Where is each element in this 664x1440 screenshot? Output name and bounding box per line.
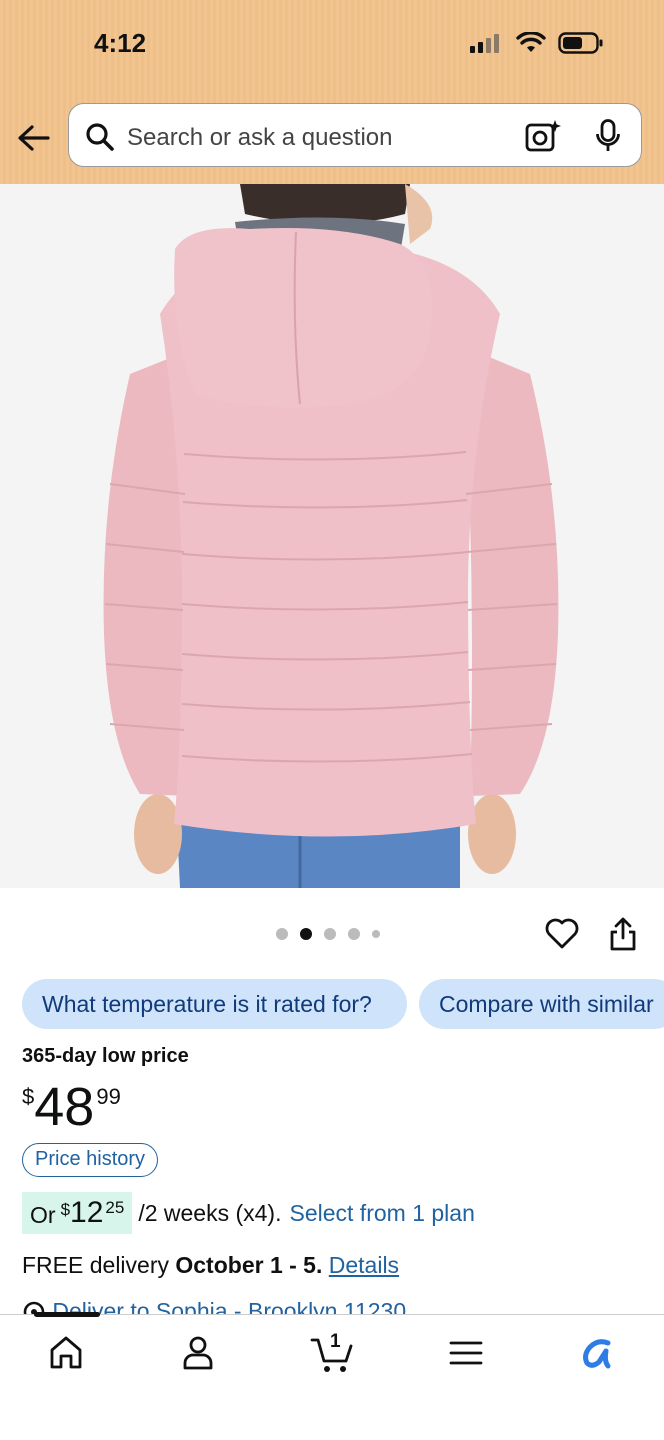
rufus-icon xyxy=(583,1339,611,1369)
status-time: 4:12 xyxy=(94,28,147,58)
camera-search-icon[interactable] xyxy=(525,119,561,153)
nav-home[interactable] xyxy=(46,1333,86,1373)
status-icons xyxy=(470,32,604,54)
carousel-dot[interactable] xyxy=(372,930,380,938)
active-tab-indicator xyxy=(34,1312,100,1317)
price-fraction: 99 xyxy=(96,1084,121,1109)
product-image[interactable] xyxy=(0,184,664,888)
app-header: 4:12 Search or ask a question xyxy=(0,0,664,184)
installment-prefix: Or xyxy=(30,1202,56,1228)
heart-icon[interactable] xyxy=(545,918,579,950)
delivery-info: FREE delivery October 1 - 5. Details xyxy=(22,1252,399,1279)
battery-icon xyxy=(558,32,603,54)
price: $ 48 99 xyxy=(22,1078,121,1136)
installment-offer: Or $ 12 25 /2 weeks (x4). Select from 1 … xyxy=(22,1192,475,1234)
account-icon xyxy=(183,1336,213,1370)
carousel-dot[interactable] xyxy=(276,928,288,940)
price-history-button[interactable]: Price history xyxy=(22,1143,159,1177)
nav-rufus[interactable] xyxy=(578,1333,618,1373)
ask-chip-compare[interactable]: Compare with similar xyxy=(419,979,664,1029)
delivery-prefix: FREE delivery xyxy=(22,1252,169,1278)
nav-menu[interactable] xyxy=(446,1333,486,1373)
search-input[interactable]: Search or ask a question xyxy=(127,124,393,152)
installment-highlight: Or $ 12 25 xyxy=(22,1192,133,1234)
share-icon[interactable] xyxy=(608,916,638,952)
back-button[interactable] xyxy=(14,118,54,158)
price-currency: $ xyxy=(22,1084,35,1109)
carousel-dot-active[interactable] xyxy=(300,928,312,940)
cart-count-badge: 1 xyxy=(330,1331,341,1352)
installment-fraction: 25 xyxy=(105,1198,125,1217)
image-carousel-indicator[interactable] xyxy=(276,928,380,940)
search-bar[interactable]: Search or ask a question xyxy=(68,103,642,167)
nav-account[interactable] xyxy=(178,1333,218,1373)
carousel-dot[interactable] xyxy=(324,928,336,940)
carousel-dot[interactable] xyxy=(348,928,360,940)
menu-icon xyxy=(449,1341,483,1365)
delivery-dates: October 1 - 5. xyxy=(175,1252,323,1278)
search-icon xyxy=(86,123,114,151)
nav-cart[interactable]: 1 xyxy=(310,1331,356,1373)
arrow-left-icon xyxy=(18,125,50,151)
wifi-icon xyxy=(516,32,546,52)
delivery-details-link[interactable]: Details xyxy=(329,1252,399,1278)
installment-currency: $ xyxy=(60,1200,71,1219)
price-whole: 48 xyxy=(34,1077,95,1137)
deal-label: 365-day low price xyxy=(22,1045,189,1067)
select-plan-link[interactable]: Select from 1 plan xyxy=(289,1200,474,1227)
deliver-to-text[interactable]: Deliver to Sophia - Brooklyn 11230 xyxy=(52,1298,406,1314)
bottom-navigation: 1 xyxy=(0,1312,664,1440)
microphone-icon[interactable] xyxy=(595,119,621,153)
ask-chip-temperature[interactable]: What temperature is it rated for? xyxy=(22,979,407,1029)
installment-terms: /2 weeks (x4). xyxy=(138,1199,282,1226)
signal-icon xyxy=(470,34,499,53)
home-icon xyxy=(50,1336,82,1369)
installment-whole: 12 xyxy=(70,1196,104,1229)
